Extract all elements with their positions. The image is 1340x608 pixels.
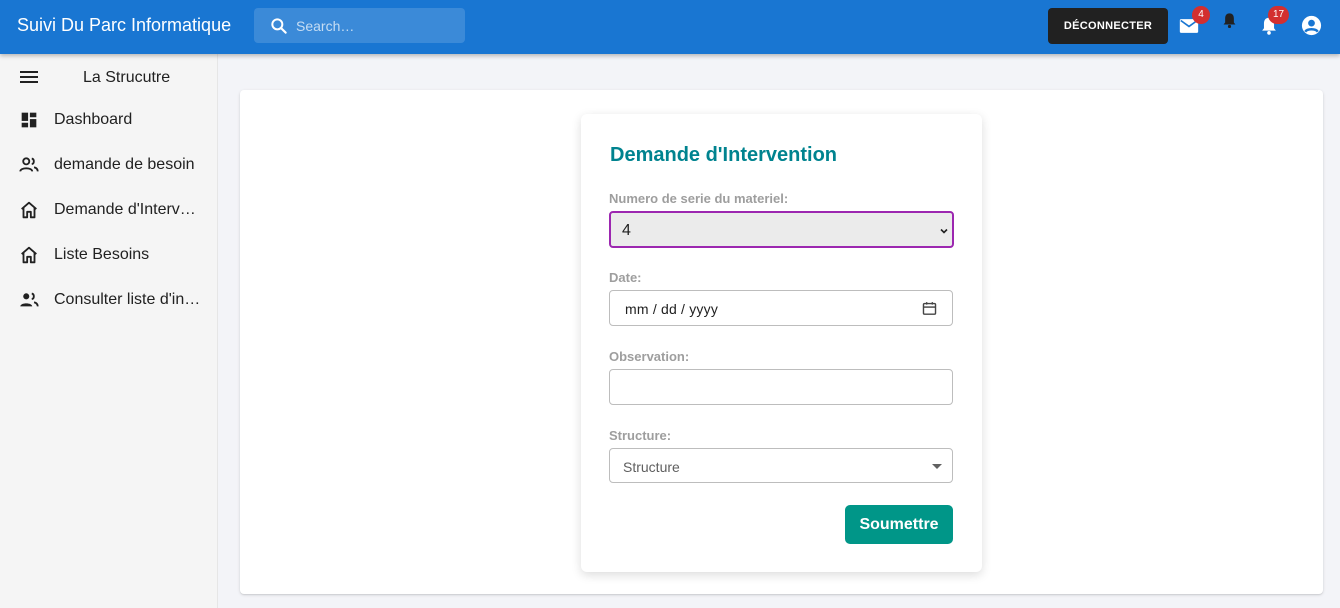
date-label: Date:: [609, 270, 642, 285]
observation-input[interactable]: [610, 370, 952, 404]
home-icon: [21, 201, 37, 219]
serial-number-select[interactable]: 4: [609, 211, 954, 248]
structure-select[interactable]: Structure: [609, 448, 953, 483]
calendar-icon[interactable]: [921, 300, 938, 317]
search-box[interactable]: [254, 8, 465, 43]
people-icon: [20, 292, 39, 307]
chevron-down-icon: [940, 228, 948, 234]
dropdown-arrow-icon: [932, 464, 942, 469]
app-bar: Suivi Du Parc Informatique DÉCONNECTER 4…: [0, 0, 1340, 54]
mail-count-badge: 4: [1192, 6, 1210, 24]
observation-label: Observation:: [609, 349, 690, 364]
account-button[interactable]: [1300, 14, 1324, 38]
logout-button[interactable]: DÉCONNECTER: [1048, 8, 1168, 44]
sidebar-title: La Strucutre: [83, 69, 171, 86]
date-field-value: mm / dd / yyyy: [625, 301, 719, 317]
sidebar-item-demande-de-besoin[interactable]: demande de besoin: [0, 143, 217, 187]
serial-number-value: 4: [622, 222, 631, 239]
structure-label: Structure:: [609, 428, 672, 443]
date-field[interactable]: mm / dd / yyyy: [609, 290, 953, 326]
people-icon: [19, 157, 39, 172]
observation-field[interactable]: [609, 369, 953, 405]
account-circle-icon: [1301, 15, 1322, 36]
sidebar-item-label: Liste Besoins: [54, 246, 150, 263]
sidebar-item-label: Dashboard: [54, 111, 133, 128]
sidebar-item-label: Demande d'Intervention: [54, 201, 204, 218]
intervention-form-card: Demande d'Intervention Numero de serie d…: [581, 114, 982, 572]
structure-select-value: Structure: [623, 459, 680, 475]
search-input[interactable]: [296, 8, 461, 43]
form-title: Demande d'Intervention: [610, 144, 838, 166]
bell-icon: [1223, 13, 1236, 29]
submit-button[interactable]: Soumettre: [845, 505, 953, 544]
app-title: Suivi Du Parc Informatique: [17, 15, 232, 35]
sidebar-item-demande-intervention[interactable]: Demande d'Intervention: [0, 188, 217, 232]
dashboard-icon: [21, 112, 37, 128]
sidebar-item-consulter-interventions[interactable]: Consulter liste d'interventions: [0, 278, 217, 322]
sidebar-item-dashboard[interactable]: Dashboard: [0, 98, 217, 142]
menu-icon[interactable]: [17, 65, 41, 89]
notifications-count-badge: 17: [1268, 6, 1290, 24]
sidebar-item-label: Consulter liste d'interventions: [54, 291, 204, 308]
search-icon: [271, 18, 287, 34]
sidebar-item-liste-besoins[interactable]: Liste Besoins: [0, 233, 217, 277]
sidebar: La Strucutre Dashboard demande de besoin…: [0, 54, 218, 608]
sidebar-item-label: demande de besoin: [54, 156, 195, 173]
bell-button[interactable]: [1220, 11, 1244, 35]
home-icon: [21, 246, 37, 264]
serial-number-label: Numero de serie du materiel:: [609, 191, 789, 206]
